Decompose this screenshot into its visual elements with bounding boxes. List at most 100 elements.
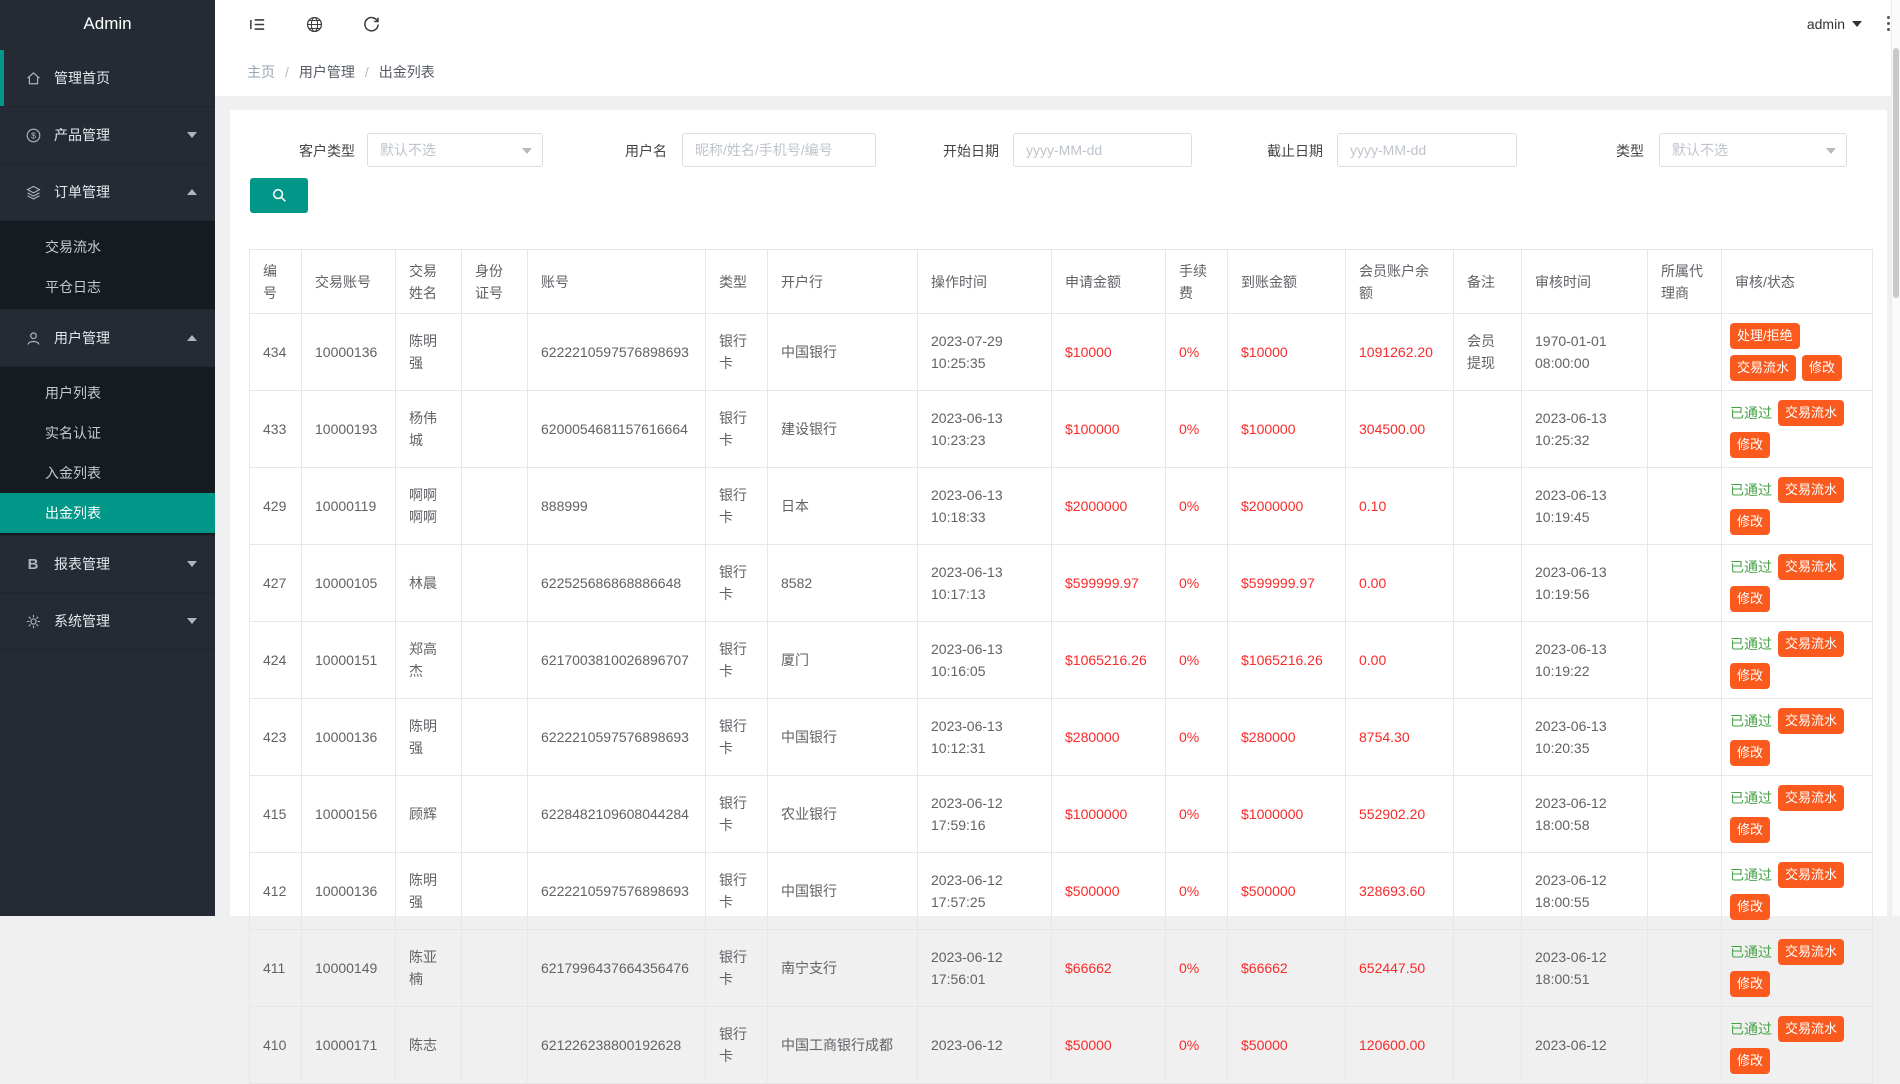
sidebar: Admin 管理首页$产品管理订单管理交易流水平仓日志用户管理用户列表实名认证入… [0,0,215,916]
action-button[interactable]: 修改 [1730,1048,1770,1074]
cell-agent [1648,391,1722,468]
table-row: 41010000171陈志621226238800192628银行卡中国工商银行… [250,1007,1873,1084]
cell-id_card [462,930,528,1007]
cell-name: 顾辉 [396,776,462,853]
action-button[interactable]: 交易流水 [1778,1016,1844,1042]
sidebar-item[interactable]: B报表管理 [0,536,215,593]
customer-type-select[interactable]: 默认不选 [367,133,543,167]
action-button[interactable]: 处理/拒绝 [1730,323,1800,349]
status-approved-badge: 已通过 [1730,1019,1772,1039]
cell-amount: $2000000 [1052,468,1166,545]
cell-account: 10000149 [302,930,396,1007]
cell-name: 陈志 [396,1007,462,1084]
action-button[interactable]: 修改 [1730,586,1770,612]
cell-card: 6217996437664356476 [528,930,706,1007]
table-row: 42710000105林晨622525686868886648银行卡858220… [250,545,1873,622]
cell-audit_time: 2023-06-12 [1522,1007,1648,1084]
action-button[interactable]: 修改 [1802,355,1842,381]
cell-fee: 0% [1166,930,1228,1007]
sidebar-item[interactable]: 订单管理 [0,164,215,221]
cell-fee: 0% [1166,622,1228,699]
refresh-icon[interactable] [362,15,381,34]
cell-bank: 中国银行 [768,853,918,930]
cell-amount: $10000 [1052,314,1166,391]
cell-account: 10000136 [302,314,396,391]
table-row: 41210000136陈明强6222210597576898693银行卡中国银行… [250,853,1873,930]
user-dropdown[interactable]: admin [1807,0,1862,48]
action-button[interactable]: 修改 [1730,432,1770,458]
sidebar-item[interactable]: 用户管理 [0,310,215,367]
sidebar-subitem[interactable]: 入金列表 [0,453,215,493]
scrollbar-thumb[interactable] [1893,48,1899,298]
table-row: 43410000136陈明强6222210597576898693银行卡中国银行… [250,314,1873,391]
cell-name: 林晨 [396,545,462,622]
action-button[interactable]: 修改 [1730,817,1770,843]
cell-status: 已通过交易流水修改 [1722,622,1873,699]
action-button[interactable]: 交易流水 [1778,631,1844,657]
action-button[interactable]: 交易流水 [1730,355,1796,381]
action-button[interactable]: 交易流水 [1778,708,1844,734]
cell-fee: 0% [1166,699,1228,776]
column-header-op_time: 操作时间 [918,250,1052,314]
action-button[interactable]: 交易流水 [1778,862,1844,888]
cell-status: 已通过交易流水修改 [1722,1007,1873,1084]
chevron-down-icon [187,132,197,138]
action-button[interactable]: 修改 [1730,509,1770,535]
cell-type: 银行卡 [706,622,768,699]
cell-bank: 建设银行 [768,391,918,468]
sidebar-item[interactable]: 系统管理 [0,593,215,650]
cell-balance: 0.00 [1346,622,1454,699]
action-button[interactable]: 交易流水 [1778,939,1844,965]
start-date-label: 开始日期 [920,133,999,169]
cell-received: $50000 [1228,1007,1346,1084]
status-approved-badge: 已通过 [1730,942,1772,962]
cell-type: 银行卡 [706,699,768,776]
cell-id_card [462,699,528,776]
sidebar-subitem[interactable]: 实名认证 [0,413,215,453]
collapse-menu-icon[interactable] [248,15,267,34]
sidebar-subitem[interactable]: 平仓日志 [0,267,215,307]
cell-id: 429 [250,468,302,545]
topbar: admin [215,0,1900,49]
globe-icon[interactable] [305,15,324,34]
action-button[interactable]: 交易流水 [1778,400,1844,426]
sidebar-subitem[interactable]: 用户列表 [0,373,215,413]
breadcrumb-home[interactable]: 主页 [247,62,275,82]
breadcrumb-user-management[interactable]: 用户管理 [299,62,355,82]
cell-amount: $50000 [1052,1007,1166,1084]
sidebar-subitem[interactable]: 出金列表 [0,493,215,533]
cell-id_card [462,1007,528,1084]
cell-bank: 南宁支行 [768,930,918,1007]
cell-name: 陈明强 [396,314,462,391]
cell-audit_time: 2023-06-12 18:00:58 [1522,776,1648,853]
sidebar-subitem[interactable]: 交易流水 [0,227,215,267]
cell-received: $100000 [1228,391,1346,468]
report-icon: B [24,555,42,573]
action-button[interactable]: 交易流水 [1778,785,1844,811]
start-date-input[interactable] [1013,133,1192,167]
cell-id_card [462,622,528,699]
end-date-input[interactable] [1337,133,1517,167]
cell-account: 10000136 [302,699,396,776]
action-button[interactable]: 修改 [1730,740,1770,766]
username-input[interactable] [682,133,876,167]
action-button[interactable]: 交易流水 [1778,477,1844,503]
withdrawals-table: 编号交易账号交易姓名身份证号账号类型开户行操作时间申请金额手续费到账金额会员账户… [249,249,1873,1084]
action-button[interactable]: 交易流水 [1778,554,1844,580]
cell-audit_time: 2023-06-13 10:19:45 [1522,468,1648,545]
search-button[interactable] [250,178,308,213]
type-select[interactable]: 默认不选 [1659,133,1847,167]
cell-agent [1648,930,1722,1007]
cell-type: 银行卡 [706,314,768,391]
cell-audit_time: 2023-06-12 18:00:55 [1522,853,1648,930]
action-button[interactable]: 修改 [1730,663,1770,689]
sidebar-item[interactable]: $产品管理 [0,107,215,164]
action-button[interactable]: 修改 [1730,971,1770,997]
cell-account: 10000136 [302,853,396,930]
cell-bank: 中国银行 [768,314,918,391]
action-button[interactable]: 修改 [1730,894,1770,920]
cell-status: 已通过交易流水修改 [1722,776,1873,853]
cell-audit_time: 2023-06-12 18:00:51 [1522,930,1648,1007]
sidebar-item[interactable]: 管理首页 [0,50,215,107]
cell-id: 423 [250,699,302,776]
